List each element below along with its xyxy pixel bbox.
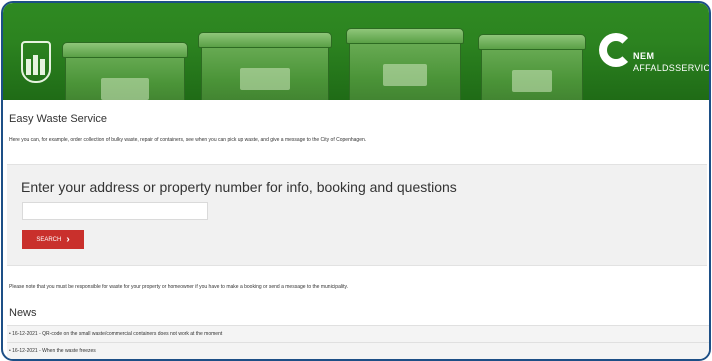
copenhagen-crest-icon <box>21 41 51 83</box>
hero-banner: NEM AFFALDSSERVICE <box>3 3 709 100</box>
nem-affald-logo-icon[interactable]: NEM AFFALDSSERVICE <box>593 29 709 93</box>
news-item-1[interactable]: • 16-12-2021 - QR-code on the small wast… <box>7 325 709 342</box>
waste-bin-image <box>478 34 586 100</box>
waste-bin-image <box>62 42 188 100</box>
news-list: • 16-12-2021 - QR-code on the small wast… <box>7 325 709 359</box>
search-button-label: SEARCH <box>36 236 62 243</box>
search-panel: Enter your address or property number fo… <box>7 164 707 266</box>
news-item-2[interactable]: • 16-12-2021 - When the waste freezes <box>7 342 709 359</box>
logo-line1: NEM <box>633 51 655 61</box>
waste-bin-image <box>198 32 332 100</box>
search-button[interactable]: SEARCH › <box>22 230 84 249</box>
logo-line2: AFFALDSSERVICE <box>633 63 709 73</box>
news-heading: News <box>9 307 37 319</box>
search-heading: Enter your address or property number fo… <box>21 179 457 195</box>
browser-frame: NEM AFFALDSSERVICE Easy Waste Service He… <box>1 1 711 361</box>
responsibility-notice: Please note that you must be responsible… <box>9 284 348 290</box>
chevron-right-icon: › <box>66 233 70 245</box>
waste-bin-image <box>346 28 464 100</box>
address-search-input[interactable] <box>22 202 208 220</box>
intro-text: Here you can, for example, order collect… <box>9 137 367 143</box>
page-title: Easy Waste Service <box>9 113 108 125</box>
